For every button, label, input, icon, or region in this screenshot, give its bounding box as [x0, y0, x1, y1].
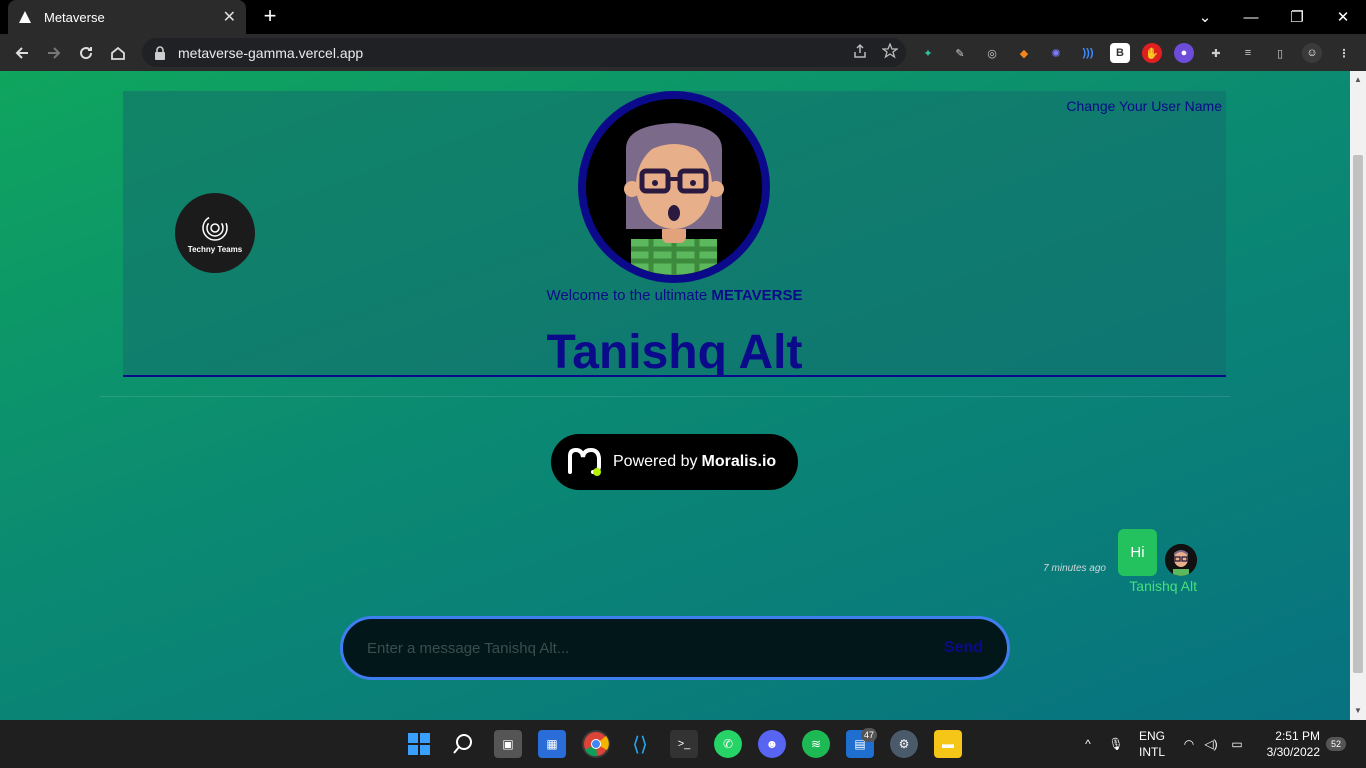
side-panel-icon[interactable]: ▯: [1270, 43, 1290, 63]
wifi-icon[interactable]: ◠: [1178, 720, 1200, 768]
chrome-icon[interactable]: [582, 730, 610, 758]
notes-badge: 47: [861, 728, 877, 742]
extension-gear-star-icon[interactable]: ✺: [1046, 43, 1066, 63]
clock[interactable]: 2:51 PM 3/30/2022: [1256, 720, 1320, 768]
spotify-icon[interactable]: ≋: [802, 730, 830, 758]
lang-bottom: INTL: [1138, 745, 1165, 759]
bookmark-star-icon[interactable]: [882, 43, 898, 59]
scroll-down-icon[interactable]: ▼: [1353, 706, 1363, 716]
welcome-prefix: Welcome to the ultimate: [546, 287, 712, 304]
page-title-username: Tanishq Alt: [546, 327, 803, 377]
battery-icon[interactable]: ▭: [1226, 720, 1248, 768]
task-view-icon[interactable]: ▣: [494, 730, 522, 758]
volume-icon[interactable]: ◁): [1202, 720, 1220, 768]
techny-teams-logo: Techny Teams: [175, 193, 255, 273]
minimize-button[interactable]: —: [1228, 0, 1274, 34]
windows-start-icon[interactable]: [405, 730, 433, 758]
message-avatar: [1165, 544, 1197, 576]
lock-icon: [155, 45, 165, 60]
vscode-icon[interactable]: ⟨⟩: [626, 730, 654, 758]
scrollbar-thumb[interactable]: [1353, 155, 1363, 673]
whatsapp-icon[interactable]: ✆: [714, 730, 742, 758]
new-tab-button[interactable]: +: [258, 5, 282, 29]
change-username-link[interactable]: Change Your User Name: [1066, 98, 1222, 114]
chat-bubble: Hi: [1118, 529, 1157, 576]
powered-by-moralis-badge[interactable]: Powered by Moralis.io: [551, 434, 798, 490]
extension-stop-icon[interactable]: ✋: [1142, 43, 1162, 63]
send-button[interactable]: Send: [944, 639, 983, 657]
tab-close-icon[interactable]: ✕: [223, 7, 236, 27]
tab-search-icon[interactable]: ⌄: [1182, 0, 1228, 34]
url-text: metaverse-gamma.vercel.app: [178, 44, 364, 61]
message-username: Tanishq Alt: [1129, 578, 1197, 594]
tab-title: Metaverse: [44, 9, 105, 25]
extension-signal-icon[interactable]: ))): [1078, 43, 1098, 63]
section-divider: [100, 396, 1230, 397]
message-composer: Send: [340, 616, 1010, 680]
avatar-illustration: [586, 99, 762, 275]
page-content: Change Your User Name Techny Teams Welco…: [0, 71, 1350, 720]
browser-tabstrip: Metaverse ✕ + ⌄ — ❐ ✕: [0, 0, 1366, 34]
logo-text: Techny Teams: [187, 244, 243, 254]
metamask-icon[interactable]: ◆: [1014, 43, 1034, 63]
notification-count[interactable]: 52: [1326, 737, 1346, 751]
reload-icon[interactable]: [73, 40, 99, 66]
extension-target-icon[interactable]: ◎: [982, 43, 1002, 63]
windows-taskbar: ▣ ▦ ⟨⟩ >_ ✆ ☻ ≋ ▤ 47 ⚙ ▬ ^ 🎙 ENG INTL ◠ …: [0, 720, 1366, 768]
extension-pen-icon[interactable]: ✎: [950, 43, 970, 63]
address-bar[interactable]: metaverse-gamma.vercel.app: [142, 38, 906, 67]
widgets-icon[interactable]: ▦: [538, 730, 566, 758]
home-icon[interactable]: [105, 40, 131, 66]
profile-banner: Change Your User Name Techny Teams Welco…: [123, 91, 1226, 377]
extension-b-icon[interactable]: B: [1110, 43, 1130, 63]
share-icon[interactable]: [852, 43, 868, 59]
profile-avatar-icon[interactable]: ☺: [1302, 43, 1322, 63]
microphone-icon[interactable]: 🎙: [1106, 720, 1126, 768]
moralis-logo-icon: [568, 447, 601, 476]
lang-top: ENG: [1138, 729, 1165, 743]
terminal-icon[interactable]: >_: [670, 730, 698, 758]
extension-bird-icon[interactable]: ✦: [918, 43, 938, 63]
search-icon[interactable]: [449, 730, 477, 758]
clock-time: 2:51 PM: [1275, 729, 1320, 743]
language-indicator[interactable]: ENG INTL: [1134, 720, 1170, 768]
extensions-puzzle-icon[interactable]: ✚: [1206, 43, 1226, 63]
tray-chevron-icon[interactable]: ^: [1078, 720, 1098, 768]
welcome-text: Welcome to the ultimate METAVERSE: [123, 287, 1226, 304]
extension-ghost-icon[interactable]: ●: [1174, 43, 1194, 63]
forward-icon[interactable]: [41, 40, 67, 66]
file-explorer-icon[interactable]: ▬: [934, 730, 962, 758]
message-timestamp: 7 minutes ago: [1043, 563, 1106, 574]
metaverse-favicon-icon: [19, 11, 31, 23]
browser-tab[interactable]: Metaverse ✕: [8, 0, 246, 34]
clock-date: 3/30/2022: [1266, 745, 1320, 759]
message-input[interactable]: [367, 639, 944, 657]
moralis-brand: Moralis.io: [701, 453, 777, 470]
close-window-button[interactable]: ✕: [1320, 0, 1366, 34]
restore-button[interactable]: ❐: [1274, 0, 1320, 34]
scroll-up-icon[interactable]: ▲: [1353, 75, 1363, 85]
page-scrollbar[interactable]: ▲ ▼: [1350, 71, 1366, 720]
discord-icon[interactable]: ☻: [758, 730, 786, 758]
menu-kebab-icon[interactable]: ⋮: [1334, 43, 1354, 63]
settings-gear-icon[interactable]: ⚙: [890, 730, 918, 758]
browser-toolbar: metaverse-gamma.vercel.app ✦ ✎ ◎ ◆ ✺ )))…: [0, 34, 1366, 71]
media-playlist-icon[interactable]: ≡: [1238, 43, 1258, 63]
powered-by-label: Powered by: [613, 453, 698, 470]
fingerprint-icon: [202, 214, 228, 241]
user-avatar: [578, 91, 770, 283]
back-icon[interactable]: [9, 40, 35, 66]
welcome-metaverse: METAVERSE: [711, 287, 803, 304]
